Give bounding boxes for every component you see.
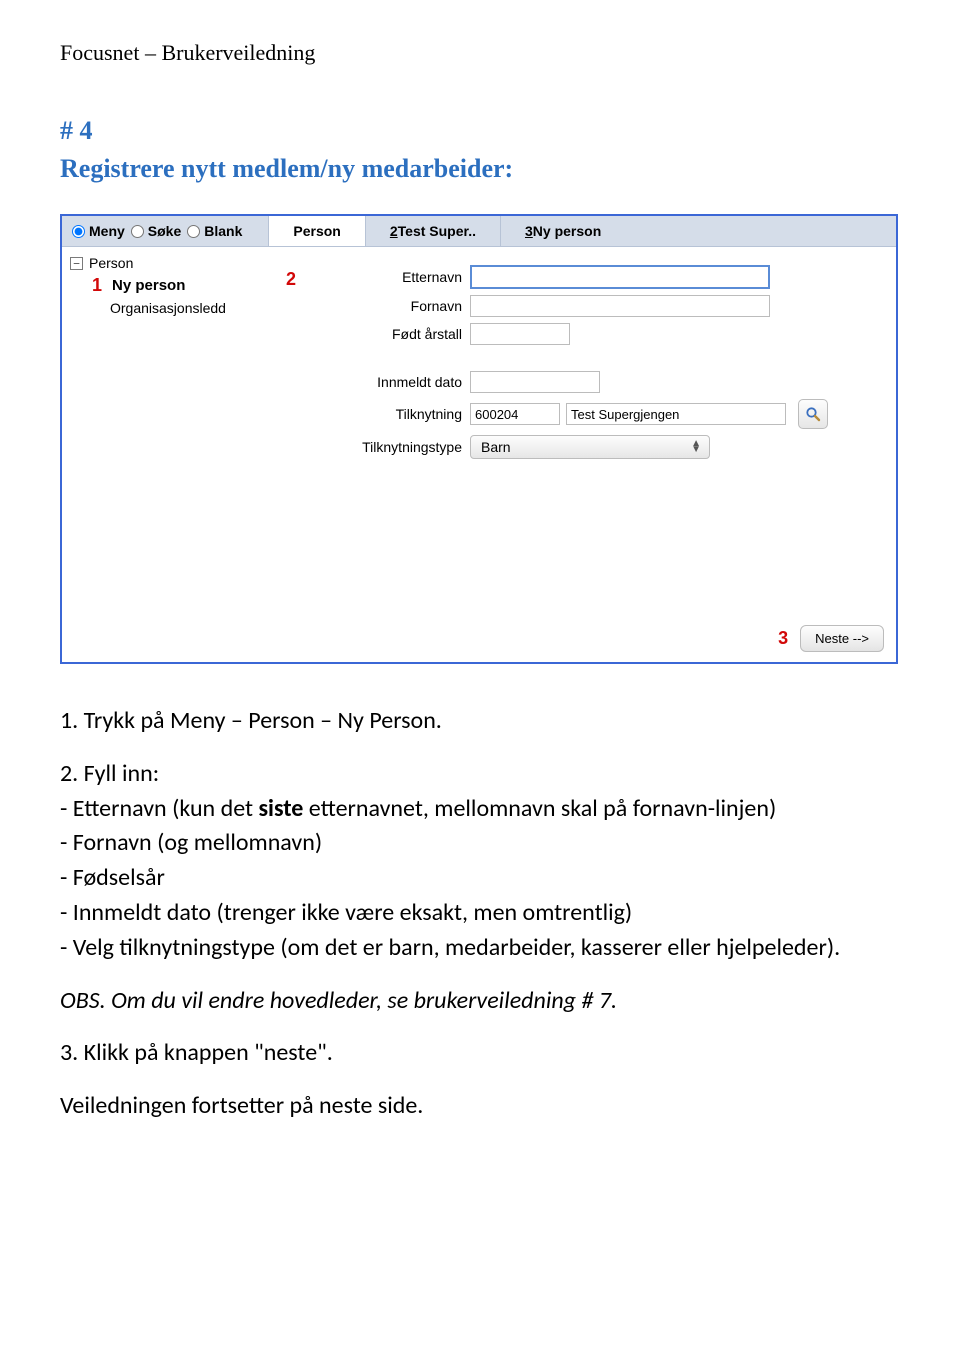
radio-meny[interactable]: Meny [68,223,125,239]
top-bar: Meny Søke Blank Person 2 Test Super.. 3 … [62,216,896,247]
tree-organisasjonsledd[interactable]: Organisasjonsledd [110,300,226,316]
radio-blank[interactable]: Blank [183,223,242,239]
magnify-icon [805,406,821,422]
instructions: 1. Trykk på Meny – Person – Ny Person. 2… [60,704,900,1124]
instr-step-2e: - Velg tilknytningstype (om det er barn,… [60,933,840,962]
select-tilknytningstype[interactable]: Barn ▲▼ [470,435,710,459]
instr-step-2a-bold: siste [258,794,303,823]
radio-meny-input[interactable] [72,225,85,238]
tab-test-super-label: Test Super.. [398,223,476,239]
radio-blank-input[interactable] [187,225,200,238]
label-etternavn: Etternavn [402,269,462,285]
tab-person[interactable]: Person [268,216,364,246]
label-fornavn: Fornavn [302,298,470,314]
label-tilknytningstype: Tilknytningstype [302,439,470,455]
tab-test-super[interactable]: 2 Test Super.. [365,216,500,246]
instr-continue: Veiledningen fortsetter på neste side. [60,1089,900,1124]
annotation-marker-2: 2 [286,269,296,290]
neste-button[interactable]: Neste --> [800,625,884,652]
label-tilknytning: Tilknytning [302,406,470,422]
tab-ny-person[interactable]: 3 Ny person [500,216,625,246]
tree-collapse-icon[interactable]: − [70,257,83,270]
tab-test-super-prefix: 2 [390,223,398,239]
input-tilknytning-name[interactable] [566,403,786,425]
annotation-marker-1: 1 [92,275,102,296]
input-innmeldt-dato[interactable] [470,371,600,393]
radio-soke-input[interactable] [131,225,144,238]
tree-person[interactable]: Person [89,255,133,271]
label-innmeldt: Innmeldt dato [302,374,470,390]
form-area: 2 Etternavn Fornavn Født årstall Innmeld… [296,247,896,617]
sidebar: − Person 1 Ny person Organisasjonsledd [62,247,296,617]
select-tilknytningstype-value: Barn [481,439,511,455]
tree-ny-person: Ny person [112,277,185,294]
instr-step-2b: - Fornavn (og mellomnavn) [60,828,322,857]
label-fodt: Født årstall [302,326,470,342]
instr-step-2-lead: 2. Fyll inn: [60,759,159,788]
instr-step-1: 1. Trykk på Meny – Person – Ny Person. [60,704,900,739]
annotation-marker-3: 3 [778,628,788,649]
search-tilknytning-button[interactable] [798,399,828,429]
instr-obs: OBS. Om du vil endre hovedleder, se bruk… [60,984,900,1019]
step-title: Registrere nytt medlem/ny medarbeider: [60,154,900,184]
instr-step-2c: - Fødselsår [60,863,165,892]
step-number: # 4 [60,116,900,146]
input-etternavn[interactable] [470,265,770,289]
radio-blank-label: Blank [204,223,242,239]
input-fodt-arstall[interactable] [470,323,570,345]
radio-soke[interactable]: Søke [127,223,181,239]
radio-meny-label: Meny [89,223,125,239]
tab-ny-person-label: Ny person [533,223,601,239]
instr-step-2: 2. Fyll inn: - Etternavn (kun det siste … [60,757,900,966]
instr-step-2a-2: etternavnet, mellomnavn skal på fornavn-… [303,794,776,823]
instr-step-3: 3. Klikk på knappen "neste". [60,1036,900,1071]
instr-step-2a-1: - Etternavn (kun det [60,794,258,823]
tree-ny-person-row[interactable]: 1 Ny person [92,273,290,298]
instr-step-2d: - Innmeldt dato (trenger ikke være eksak… [60,898,632,927]
radio-soke-label: Søke [148,223,181,239]
app-screenshot: Meny Søke Blank Person 2 Test Super.. 3 … [60,214,898,664]
input-tilknytning-code[interactable] [470,403,560,425]
input-fornavn[interactable] [470,295,770,317]
tab-ny-person-prefix: 3 [525,223,533,239]
page-header: Focusnet – Brukerveiledning [60,40,900,66]
select-arrows-icon: ▲▼ [691,441,701,453]
